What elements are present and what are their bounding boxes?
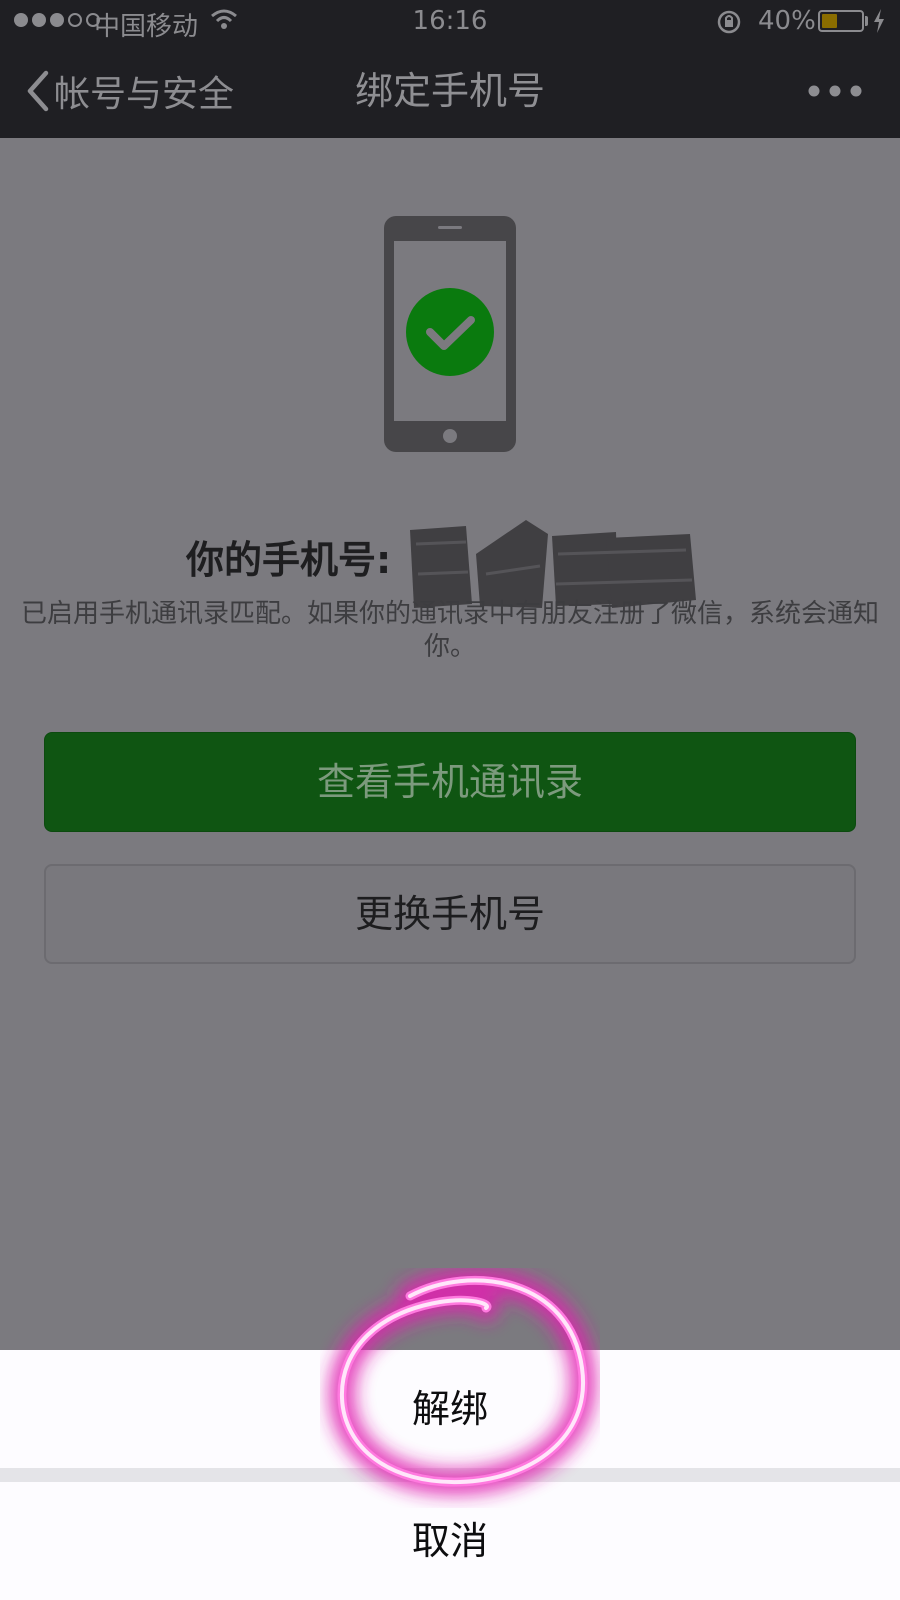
battery-icon [818, 10, 864, 32]
phone-check-icon [384, 216, 516, 452]
action-sheet: 解绑 取消 [0, 1350, 900, 1600]
orientation-lock-icon [717, 10, 741, 34]
cancel-button[interactable]: 取消 [0, 1482, 900, 1600]
battery-percent: 40% [758, 6, 816, 36]
screen: 中国移动 16:16 40% 绑定手机号 帐号与安全 你的手机号: 已启用手机通… [0, 0, 900, 1600]
more-dots-icon[interactable] [806, 74, 866, 108]
battery-level-fill [822, 14, 837, 28]
change-phone-button[interactable]: 更换手机号 [44, 864, 856, 964]
contact-match-description: 已启用手机通讯录匹配。如果你的通讯录中有朋友注册了微信，系统会通知你。 [20, 599, 879, 662]
unbind-button[interactable]: 解绑 [0, 1350, 900, 1468]
view-contacts-button[interactable]: 查看手机通讯录 [44, 732, 856, 832]
phone-number-label: 你的手机号: [186, 538, 392, 582]
phone-number-row: 你的手机号: [0, 520, 900, 608]
back-button[interactable]: 帐号与安全 [26, 64, 234, 118]
chevron-left-icon [27, 70, 49, 112]
status-bar: 中国移动 16:16 40% [0, 0, 900, 44]
battery-cap [865, 16, 868, 26]
navigation-bar: 绑定手机号 帐号与安全 [0, 44, 900, 138]
charging-bolt-icon [874, 9, 884, 33]
back-label: 帐号与安全 [54, 74, 235, 115]
